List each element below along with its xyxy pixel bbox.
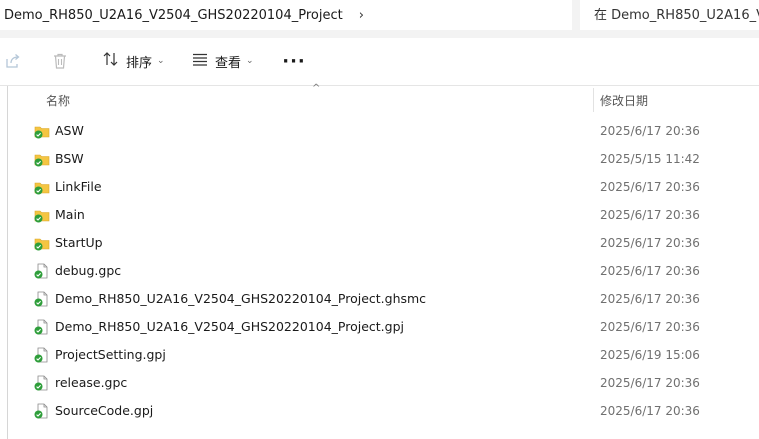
- breadcrumb-current-folder[interactable]: Demo_RH850_U2A16_V2504_GHS20220104_Proje…: [0, 8, 343, 23]
- list-item[interactable]: Demo_RH850_U2A16_V2504_GHS20220104_Proje…: [0, 285, 759, 313]
- file-date-modified: 2025/6/17 20:36: [600, 236, 700, 250]
- more-options-button[interactable]: ···: [282, 48, 306, 74]
- file-synced-icon: [33, 319, 50, 336]
- file-name: LinkFile: [55, 179, 102, 194]
- file-date-modified: 2025/6/17 20:36: [600, 124, 700, 138]
- sort-label: 排序: [126, 55, 153, 71]
- share-icon[interactable]: [2, 50, 24, 72]
- breadcrumb-chevron-icon[interactable]: ›: [359, 8, 364, 23]
- column-header-name[interactable]: 名称: [46, 92, 70, 109]
- file-name: ASW: [55, 123, 84, 138]
- trash-icon[interactable]: [49, 50, 71, 72]
- file-synced-icon: [33, 403, 50, 420]
- search-box[interactable]: [580, 0, 759, 30]
- file-date-modified: 2025/6/17 20:36: [600, 208, 700, 222]
- file-date-modified: 2025/6/19 15:06: [600, 348, 700, 362]
- list-item[interactable]: SourceCode.gpj 2025/6/17 20:36: [0, 397, 759, 425]
- list-item[interactable]: release.gpc 2025/6/17 20:36: [0, 369, 759, 397]
- chevron-down-icon: ⌄: [246, 56, 254, 66]
- address-bar-strip: Demo_RH850_U2A16_V2504_GHS20220104_Proje…: [0, 0, 759, 38]
- sort-button[interactable]: 排序 ⌄: [102, 48, 165, 74]
- column-resize-handle[interactable]: [593, 88, 594, 112]
- sort-indicator-icon: ^: [312, 83, 321, 94]
- file-name: StartUp: [55, 235, 103, 250]
- folder-synced-icon: [33, 179, 50, 196]
- column-header-row: ^ 名称 修改日期: [0, 83, 759, 114]
- file-name: Demo_RH850_U2A16_V2504_GHS20220104_Proje…: [55, 319, 404, 334]
- view-button[interactable]: 查看 ⌄: [191, 48, 254, 74]
- folder-synced-icon: [33, 235, 50, 252]
- list-item[interactable]: Demo_RH850_U2A16_V2504_GHS20220104_Proje…: [0, 313, 759, 341]
- file-name: release.gpc: [55, 375, 128, 390]
- file-synced-icon: [33, 263, 50, 280]
- file-name: BSW: [55, 151, 84, 166]
- chevron-down-icon: ⌄: [157, 56, 165, 66]
- file-name: debug.gpc: [55, 263, 122, 278]
- list-item[interactable]: StartUp 2025/6/17 20:36: [0, 229, 759, 257]
- sort-arrows-icon: [102, 50, 120, 72]
- list-item[interactable]: debug.gpc 2025/6/17 20:36: [0, 257, 759, 285]
- file-synced-icon: [33, 291, 50, 308]
- folder-synced-icon: [33, 123, 50, 140]
- list-item[interactable]: BSW 2025/5/15 11:42: [0, 145, 759, 173]
- file-date-modified: 2025/6/17 20:36: [600, 404, 700, 418]
- list-view-icon: [191, 50, 209, 72]
- file-date-modified: 2025/6/17 20:36: [600, 376, 700, 390]
- file-date-modified: 2025/6/17 20:36: [600, 264, 700, 278]
- file-synced-icon: [33, 347, 50, 364]
- list-item[interactable]: LinkFile 2025/6/17 20:36: [0, 173, 759, 201]
- search-input[interactable]: [580, 6, 759, 24]
- command-bar: 排序 ⌄ 查看 ⌄ ···: [0, 38, 759, 86]
- file-synced-icon: [33, 375, 50, 392]
- folder-synced-icon: [33, 151, 50, 168]
- file-date-modified: 2025/5/15 11:42: [600, 152, 700, 166]
- list-item[interactable]: ASW 2025/6/17 20:36: [0, 117, 759, 145]
- file-date-modified: 2025/6/17 20:36: [600, 320, 700, 334]
- file-name: SourceCode.gpj: [55, 403, 154, 418]
- file-name: ProjectSetting.gpj: [55, 347, 166, 362]
- breadcrumb[interactable]: Demo_RH850_U2A16_V2504_GHS20220104_Proje…: [0, 0, 572, 30]
- file-date-modified: 2025/6/17 20:36: [600, 292, 700, 306]
- list-item[interactable]: ProjectSetting.gpj 2025/6/19 15:06: [0, 341, 759, 369]
- view-label: 查看: [215, 55, 242, 71]
- file-list: ASW 2025/6/17 20:36 BSW 2025/5/15 11:42 Link…: [0, 117, 759, 425]
- column-header-date-modified[interactable]: 修改日期: [600, 92, 648, 109]
- file-name: Main: [55, 207, 85, 222]
- file-name: Demo_RH850_U2A16_V2504_GHS20220104_Proje…: [55, 291, 427, 306]
- file-date-modified: 2025/6/17 20:36: [600, 180, 700, 194]
- folder-synced-icon: [33, 207, 50, 224]
- list-item[interactable]: Main 2025/6/17 20:36: [0, 201, 759, 229]
